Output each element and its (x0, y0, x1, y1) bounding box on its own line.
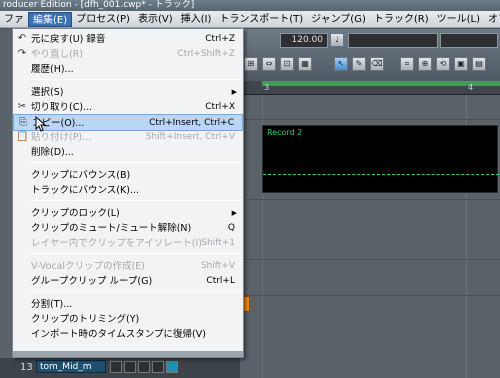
tool-loop-icon[interactable]: ⟲ (436, 57, 450, 71)
menu-tools[interactable]: ツール(L) (433, 12, 484, 27)
scissors-icon: ✂ (17, 101, 27, 112)
clip-waveform (263, 174, 499, 175)
track-name-field[interactable]: tom_Mid_m (36, 360, 106, 373)
menu-footer (13, 351, 243, 357)
preset-select[interactable] (348, 33, 438, 48)
menu-edit[interactable]: 編集(E) (28, 11, 73, 27)
tool-zoom-icon[interactable]: ⊕ (418, 57, 432, 71)
edit-menu-item-shortcut: Ctrl+L (206, 276, 235, 286)
edit-menu-dropdown: ↶ 元に戻す(U) 録音 Ctrl+Z ↷ やり直し(R) Ctrl+Shift+Z 履歴(… (12, 28, 244, 358)
tool-marker-icon[interactable]: ▣ (454, 57, 468, 71)
tool-grid-icon[interactable]: ▦ (298, 57, 312, 71)
tempo-tap-button[interactable]: ♩ (330, 33, 344, 47)
tool-select-icon[interactable]: ⊞ (244, 57, 258, 71)
edit-menu-item[interactable]: グループクリップ ループ(G) Ctrl+L (13, 273, 243, 290)
track-divider (240, 295, 500, 296)
menu-separator (31, 200, 241, 201)
menu-separator (31, 291, 241, 292)
undo-icon: ↶ (17, 33, 27, 44)
edit-menu-item-shortcut: Shift+1 (201, 238, 235, 248)
edit-menu-item[interactable]: トラックにバウンス(K)... (13, 182, 243, 199)
paste-icon: 📋 (16, 131, 29, 142)
edit-menu-item-label: グループクリップ ループ(G) (31, 276, 153, 287)
tool-edit-icon[interactable]: ⊡ (280, 57, 294, 71)
menu-separator (31, 79, 241, 80)
edit-menu-item-label: インポート時のタイムスタンプに復帰(V) (31, 329, 206, 340)
track-panel-edge (0, 29, 12, 358)
tool-move-icon[interactable]: ⇔ (262, 57, 276, 71)
tempo-field[interactable]: 120.00 (280, 33, 328, 48)
ruler-tick: 4 (468, 83, 474, 92)
track-divider (240, 259, 500, 260)
menu-jump[interactable]: ジャンプ(G) (307, 12, 370, 27)
menu-insert[interactable]: 挿入(I) (177, 12, 216, 27)
menu-transport[interactable]: トランスポート(T) (215, 12, 307, 27)
meter-icon (110, 361, 122, 373)
edit-menu-item[interactable]: レイヤー内でクリップをアイソレート(I) Shift+1 (13, 235, 243, 252)
tool-view-icon[interactable]: ▤ (472, 57, 486, 71)
track-divider (240, 199, 500, 200)
clip-name: Record 2 (267, 128, 303, 137)
menu-options[interactable]: オプション( (484, 12, 500, 27)
track-divider (240, 119, 500, 120)
edit-menu-item-label: トラックにバウンス(K)... (31, 185, 140, 196)
redo-icon: ↷ (17, 48, 27, 59)
tool-pointer-icon[interactable]: ↖ (334, 57, 348, 71)
menu-view[interactable]: 表示(V) (134, 12, 177, 27)
edit-menu-item-label: 削除(D)... (31, 147, 74, 158)
edit-menu-item[interactable]: 削除(D)... (13, 144, 243, 161)
edit-menu-item[interactable]: インポート時のタイムスタンプに復帰(V) (13, 326, 243, 343)
menu-file[interactable]: ファ (0, 12, 28, 27)
edit-menu-item[interactable]: 履歴(H)... (13, 61, 243, 78)
meter-icon (152, 361, 164, 373)
tool-snap-icon[interactable]: ⌗ (400, 57, 414, 71)
audio-clip[interactable]: Record 2 (262, 125, 499, 193)
menu-track[interactable]: トラック(R) (370, 12, 433, 27)
menu-bar: ファ 編集(E) プロセス(P) 表示(V) 挿入(I) トランスポート(T) ジャンプ(G… (0, 11, 500, 28)
menu-separator (31, 162, 241, 163)
track-view[interactable]: Record 2 (240, 95, 500, 378)
menu-separator (31, 253, 241, 254)
window-title: roducer Edition - [dfh_001.cwp* - トラック] (0, 0, 500, 11)
loop-region (262, 81, 500, 86)
toolbar: 120.00 ♩ ⊞ ⇔ ⊡ ▦ ↖ ✎ ⌫ ⌗ ⊕ ⟲ ▣ ▤ (240, 29, 500, 81)
menu-process[interactable]: プロセス(P) (72, 12, 134, 27)
edit-menu-item-label: 履歴(H)... (31, 64, 74, 75)
copy-icon: ⎘ (19, 117, 27, 128)
track-number: 13 (20, 362, 33, 373)
ruler-tick: 3 (264, 83, 270, 92)
meter-icon (124, 361, 136, 373)
mouse-cursor-icon (35, 116, 47, 132)
timeline-ruler[interactable]: 3 4 (240, 81, 500, 95)
tool-draw-icon[interactable]: ✎ (352, 57, 366, 71)
meter-icon (166, 361, 178, 373)
tool-erase-icon[interactable]: ⌫ (370, 57, 384, 71)
edit-menu-item-label: レイヤー内でクリップをアイソレート(I) (31, 238, 202, 249)
meter-icon (138, 361, 150, 373)
snap-select[interactable] (440, 33, 498, 48)
